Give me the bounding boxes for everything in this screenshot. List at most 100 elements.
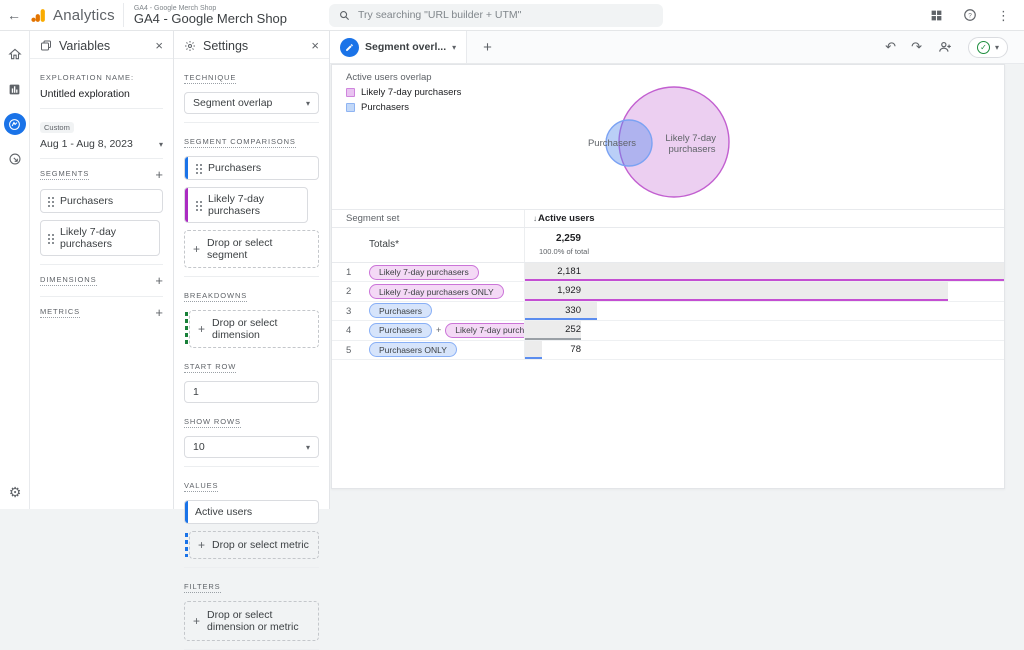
drag-handle-icon[interactable] — [195, 163, 202, 174]
segment-chip[interactable]: Likely 7-day purchasers ONLY — [369, 284, 504, 299]
analytics-logo-icon — [30, 7, 47, 24]
col-segment-set[interactable]: Segment set — [346, 210, 399, 228]
nav-home[interactable] — [4, 43, 26, 65]
drop-filter-zone[interactable]: + Drop or select dimension or metric — [184, 601, 319, 641]
segment-label: Purchasers — [60, 195, 113, 207]
add-tab-icon[interactable]: + — [467, 39, 508, 56]
add-icon: + — [193, 242, 200, 256]
add-segment-icon[interactable]: + — [155, 167, 163, 182]
nav-advertising[interactable] — [4, 148, 26, 170]
date-range-section[interactable]: Custom Aug 1 - Aug 8, 2023 ▾ — [30, 109, 173, 159]
analytics-logo[interactable]: Analytics — [28, 7, 123, 24]
share-user-icon[interactable] — [937, 40, 953, 54]
segment-comparisons-section: SEGMENT COMPARISONS Purchasers Likely 7-… — [174, 123, 329, 277]
show-rows-value: 10 — [193, 441, 205, 453]
date-range-value: Aug 1 - Aug 8, 2023 — [40, 138, 133, 150]
exploration-name-label: EXPLORATION NAME: — [40, 73, 134, 83]
table-row[interactable]: 3 Purchasers 330 — [332, 302, 1004, 321]
add-metric-icon[interactable]: + — [155, 305, 163, 320]
apps-grid-icon[interactable] — [930, 9, 943, 22]
property-name: GA4 - Google Merch Shop — [134, 12, 287, 26]
segment-chip[interactable]: Purchasers — [369, 303, 432, 318]
exploration-name-value[interactable]: Untitled exploration — [40, 88, 163, 100]
dimensions-label: DIMENSIONS — [40, 275, 97, 286]
drag-handle-icon[interactable] — [47, 196, 54, 207]
value-active-users[interactable]: Active users — [184, 500, 319, 524]
date-caret-icon: ▾ — [159, 140, 163, 149]
segment-label: Likely 7-day purchasers — [60, 226, 153, 250]
row-value: 2,181 — [533, 263, 581, 281]
app-name: Analytics — [53, 7, 115, 24]
close-variables-icon[interactable]: × — [155, 38, 163, 53]
row-number: 3 — [346, 302, 351, 321]
variables-icon — [40, 40, 52, 52]
add-dimension-icon[interactable]: + — [155, 273, 163, 288]
export-button[interactable]: ✓ ▾ — [968, 37, 1008, 58]
variables-title: Variables — [59, 39, 148, 53]
legend-title: Active users overlap — [346, 72, 461, 83]
technique-label: TECHNIQUE — [184, 73, 236, 84]
segment-chip[interactable]: Purchasers ONLY — [369, 342, 457, 357]
row-number: 5 — [346, 341, 351, 360]
drop-dimension-zone[interactable]: + Drop or select dimension — [189, 310, 319, 348]
settings-header: Settings × — [174, 33, 329, 59]
row-value: 1,929 — [533, 282, 581, 300]
totals-row: Totals* 2,259 100.0% of total — [332, 228, 1004, 263]
help-icon[interactable]: ? — [963, 8, 977, 22]
add-icon: + — [193, 614, 200, 628]
property-selector[interactable]: GA4 - Google Merch Shop GA4 - Google Mer… — [123, 3, 297, 28]
tab-segment-overlap[interactable]: Segment overl... ▾ — [330, 31, 467, 63]
table-row[interactable]: 2 Likely 7-day purchasers ONLY 1,929 — [332, 282, 1004, 301]
table-header-row: Segment set ↓Active users — [332, 210, 1004, 228]
redo-icon[interactable]: ↷ — [911, 39, 922, 55]
drag-handle-icon[interactable] — [195, 200, 202, 211]
admin-gear-icon[interactable]: ⚙ — [0, 484, 30, 501]
totals-value: 2,259 — [533, 233, 581, 244]
legend-swatch-purple — [346, 88, 355, 97]
close-settings-icon[interactable]: × — [311, 38, 319, 53]
nav-explore[interactable] — [4, 113, 26, 135]
technique-section: TECHNIQUE Segment overlap ▾ — [174, 59, 329, 123]
segment-comparisons-label: SEGMENT COMPARISONS — [184, 137, 296, 148]
segment-chip[interactable]: Purchasers — [369, 323, 432, 338]
values-section: VALUES Active users + Drop or select met… — [174, 467, 329, 568]
nav-reports[interactable] — [4, 78, 26, 100]
back-icon[interactable]: ← — [0, 7, 28, 23]
table-row[interactable]: 4 Purchasers + Likely 7-day purchasers 2… — [332, 321, 1004, 340]
metrics-label: METRICS — [40, 307, 80, 318]
dimensions-section: DIMENSIONS + — [30, 265, 173, 297]
show-rows-section: SHOW ROWS 10 ▾ — [174, 403, 329, 467]
tab-caret-icon[interactable]: ▾ — [452, 43, 456, 52]
settings-gear-icon — [184, 40, 196, 52]
technique-caret-icon: ▾ — [306, 99, 310, 108]
visualization-card: Active users overlap Likely 7-day purcha… — [331, 64, 1005, 489]
totals-subtext: 100.0% of total — [525, 247, 589, 256]
col-active-users[interactable]: ↓Active users — [533, 210, 595, 228]
row-value: 78 — [533, 341, 581, 359]
show-rows-select[interactable]: 10 ▾ — [184, 436, 319, 458]
more-menu-icon[interactable]: ⋮ — [997, 9, 1010, 22]
table-row[interactable]: 5 Purchasers ONLY 78 — [332, 341, 1004, 360]
search-bar[interactable]: Try searching "URL builder + UTM" — [329, 4, 663, 27]
segment-item-purchasers[interactable]: Purchasers — [40, 189, 163, 213]
table-row[interactable]: 1 Likely 7-day purchasers 2,181 — [332, 263, 1004, 282]
start-row-input[interactable]: 1 — [184, 381, 319, 403]
segment-chip[interactable]: Likely 7-day purchasers — [369, 265, 479, 280]
row-number: 2 — [346, 282, 351, 301]
value-label: Active users — [195, 506, 252, 518]
undo-icon[interactable]: ↶ — [885, 39, 896, 55]
comparison-likely-7-day[interactable]: Likely 7-day purchasers — [184, 187, 308, 223]
technique-select[interactable]: Segment overlap ▾ — [184, 92, 319, 114]
add-icon: + — [198, 322, 205, 336]
top-header: ← Analytics GA4 - Google Merch Shop GA4 … — [0, 0, 1024, 31]
header-actions: ? ⋮ — [930, 8, 1024, 22]
segment-item-likely-7-day[interactable]: Likely 7-day purchasers — [40, 220, 160, 256]
drop-metric-zone[interactable]: + Drop or select metric — [189, 531, 319, 559]
drag-handle-icon[interactable] — [47, 233, 54, 244]
venn-diagram[interactable]: Purchasers Likely 7-day purchasers — [562, 71, 802, 207]
totals-label: Totals* — [369, 239, 399, 250]
segments-section: SEGMENTS + Purchasers Likely 7-day purch… — [30, 159, 173, 265]
drop-segment-zone[interactable]: + Drop or select segment — [184, 230, 319, 268]
filters-section: FILTERS + Drop or select dimension or me… — [174, 568, 329, 650]
comparison-purchasers[interactable]: Purchasers — [184, 156, 319, 180]
